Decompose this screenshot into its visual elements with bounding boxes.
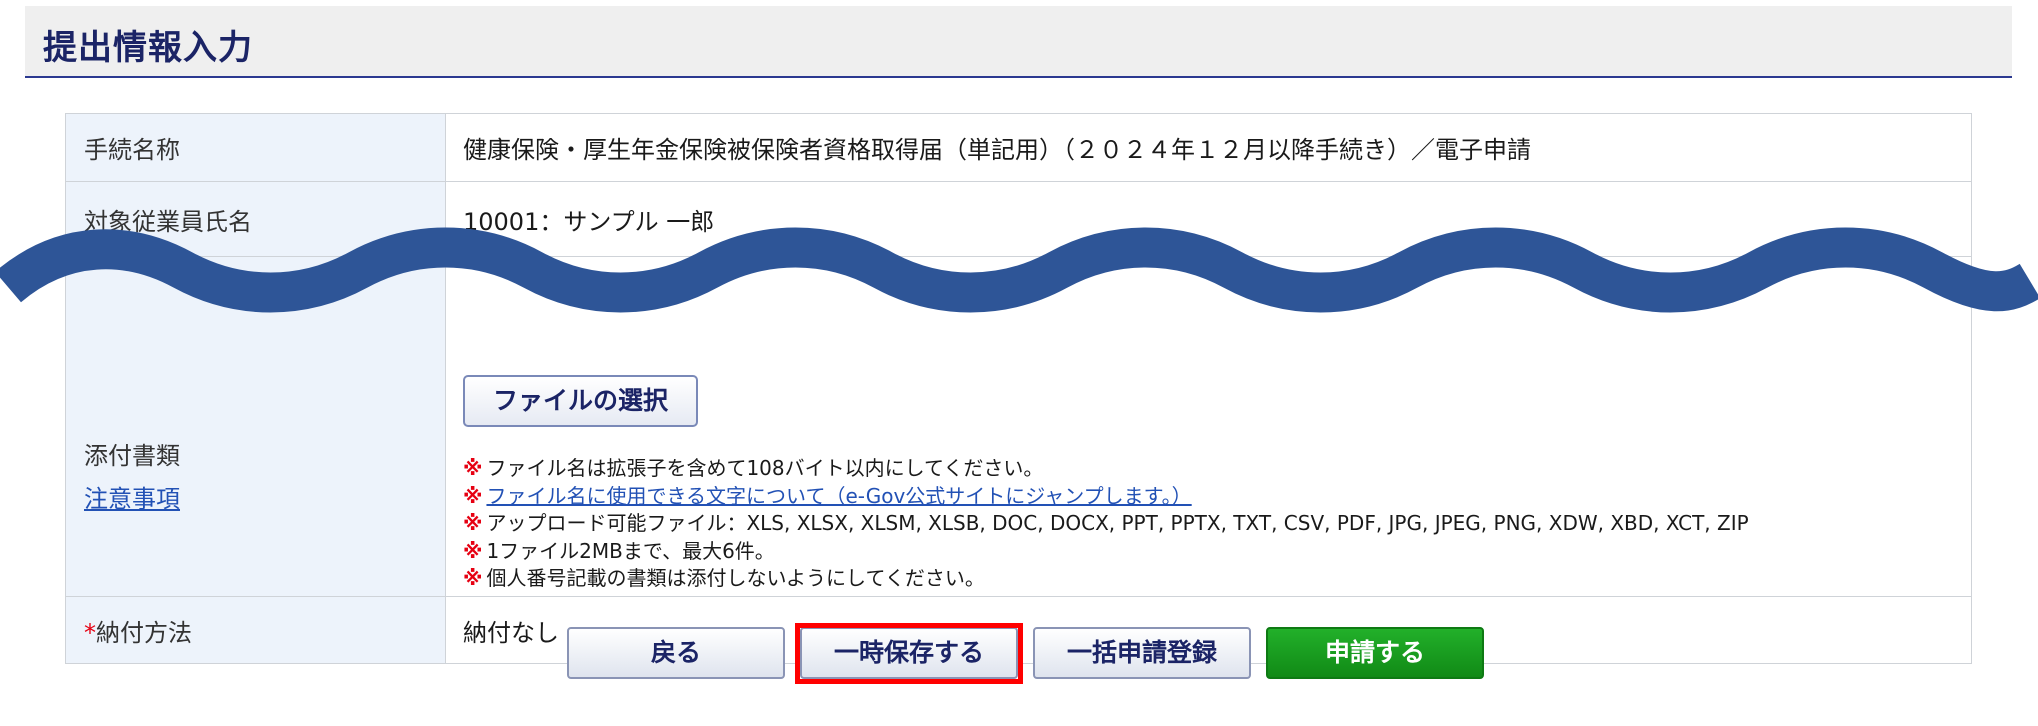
temp-save-button[interactable]: 一時保存する: [800, 627, 1018, 679]
attachment-label: 添付書類: [84, 441, 180, 470]
note-mark: ※: [463, 566, 483, 590]
wave-overlay: [0, 227, 2038, 313]
notice-link[interactable]: 注意事項: [84, 485, 180, 513]
note-mark: ※: [463, 538, 483, 563]
procedure-value: 健康保険・厚生年金保険被保険者資格取得届（単記用）（２０２４年１２月以降手続き）…: [445, 113, 1972, 182]
payment-row: *納付方法 納付なし: [65, 596, 1972, 664]
bulk-register-button[interactable]: 一括申請登録: [1033, 627, 1251, 679]
note-item: ※ ファイル名は拡張子を含めて108バイト以内にしてください。: [463, 455, 1971, 483]
note-item: ※ ファイル名に使用できる文字について（e-Gov公式サイトにジャンプします。）: [463, 483, 1971, 511]
apply-button[interactable]: 申請する: [1266, 627, 1484, 679]
procedure-row: 手続名称 健康保険・厚生年金保険被保険者資格取得届（単記用）（２０２４年１２月以…: [65, 113, 1972, 182]
submission-form-table: 手続名称 健康保険・厚生年金保険被保険者資格取得届（単記用）（２０２４年１２月以…: [65, 113, 1972, 664]
note-mark: ※: [463, 511, 483, 535]
note-mark: ※: [463, 483, 483, 508]
note-item: ※ アップロード可能ファイル：XLS, XLSX, XLSM, XLSB, DOC…: [463, 510, 1971, 538]
note-filename-length: ファイル名は拡張子を含めて108バイト以内にしてください。: [486, 456, 1044, 480]
note-item: ※ 1ファイル2MBまで、最大6件。: [463, 538, 1971, 566]
attachment-notes: ※ ファイル名は拡張子を含めて108バイト以内にしてください。 ※ ファイル名に使用…: [463, 455, 1971, 593]
note-allowed-file-types: アップロード可能ファイル：XLS, XLSX, XLSM, XLSB, DOC,…: [486, 511, 1749, 535]
payment-label: 納付方法: [96, 618, 192, 647]
egov-characters-link[interactable]: ファイル名に使用できる文字について（e-Gov公式サイトにジャンプします。）: [486, 484, 1191, 508]
payment-label-cell: *納付方法: [65, 596, 446, 664]
title-bar: 提出情報入力: [25, 6, 2012, 78]
note-mark: ※: [463, 456, 483, 480]
procedure-label: 手続名称: [65, 113, 446, 182]
note-item: ※ 個人番号記載の書類は添付しないようにしてください。: [463, 565, 1971, 593]
back-button[interactable]: 戻る: [567, 627, 785, 679]
note-size-limit: 1ファイル2MBまで、最大6件。: [486, 538, 775, 563]
required-mark: *: [84, 618, 96, 647]
note-personal-number: 個人番号記載の書類は添付しないようにしてください。: [486, 566, 985, 590]
wave-line: [0, 227, 2038, 313]
page-title: 提出情報入力: [43, 28, 253, 68]
choose-file-button[interactable]: ファイルの選択: [463, 375, 699, 427]
